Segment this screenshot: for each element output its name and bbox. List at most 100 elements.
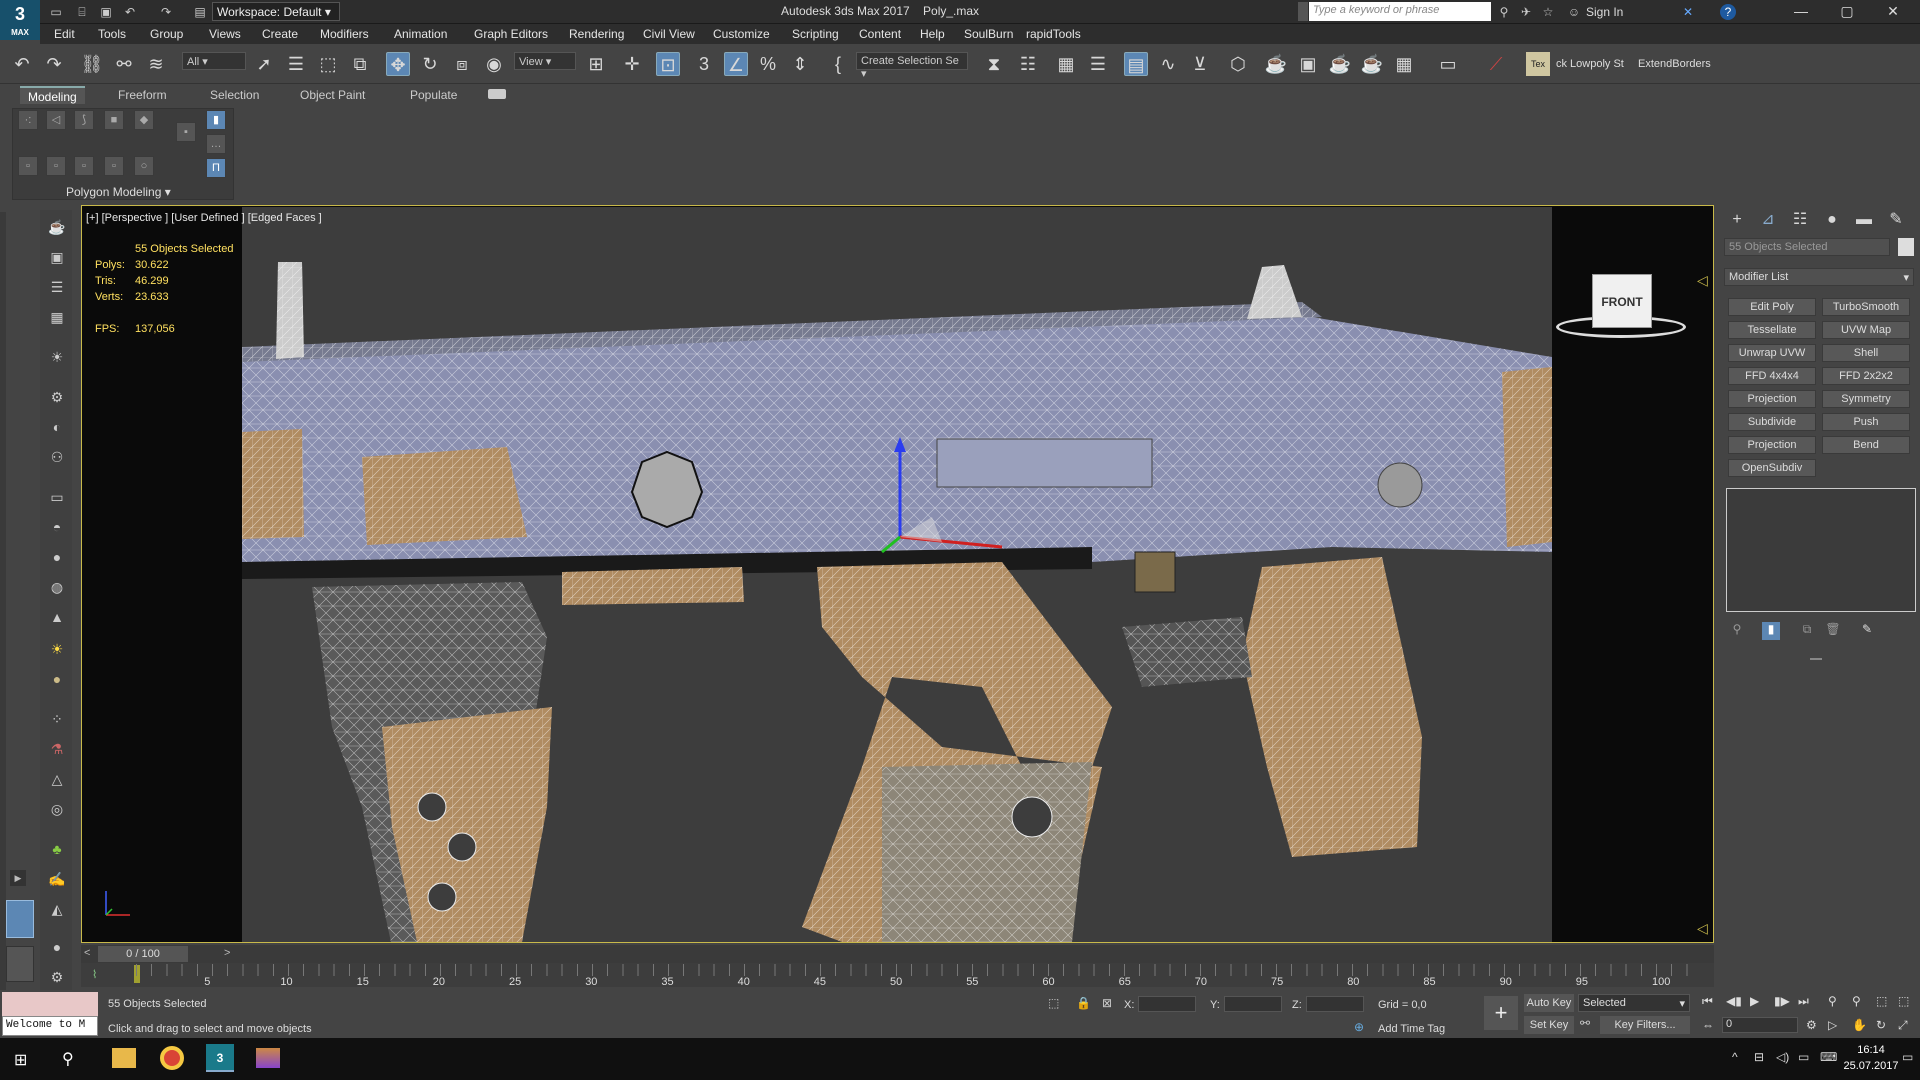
unlink-icon[interactable]: ⚯: [112, 52, 136, 76]
script-button-extend-borders[interactable]: ExtendBorders: [1638, 58, 1711, 70]
menu-create[interactable]: Create: [262, 27, 298, 41]
chrome-icon[interactable]: [160, 1046, 184, 1070]
winrar-icon[interactable]: [256, 1048, 280, 1068]
power-icon[interactable]: ▭: [1798, 1050, 1809, 1064]
render-setup-icon[interactable]: ☕: [1264, 52, 1288, 76]
mirror-icon[interactable]: ⧗: [982, 52, 1006, 76]
object-name-field[interactable]: 55 Objects Selected: [1724, 238, 1890, 256]
use-nurms-icon[interactable]: ▮: [206, 110, 226, 130]
cone-icon[interactable]: ▲: [48, 608, 66, 626]
pin-stack-icon[interactable]: ⚲: [1728, 622, 1746, 640]
script-red-icon[interactable]: ⟋: [1484, 52, 1508, 76]
dynamics-icon[interactable]: ⚗: [48, 740, 66, 758]
transform-mode-icon[interactable]: ⊠: [1102, 996, 1112, 1010]
zoom-extents-icon[interactable]: ⬚: [1876, 994, 1887, 1008]
element-icon[interactable]: ◆: [134, 110, 154, 130]
script-button-lowpoly[interactable]: ck Lowpoly St: [1556, 58, 1624, 70]
remove-modifier-icon[interactable]: 🗑: [1824, 622, 1842, 640]
app-logo[interactable]: 3 MAX: [0, 0, 40, 40]
go-to-end-icon[interactable]: ⏭: [1798, 994, 1809, 1009]
keyboard-shortcut-icon[interactable]: ⊡: [656, 52, 680, 76]
particles-icon[interactable]: ⁘: [48, 710, 66, 728]
show-end-result-icon[interactable]: Π: [206, 158, 226, 178]
window-crossing-icon[interactable]: ⧉: [348, 52, 372, 76]
modifier-button-unwrap-uvw[interactable]: Unwrap UVW: [1728, 344, 1816, 362]
hierarchy-panel-icon[interactable]: ☷: [1788, 208, 1812, 232]
set-key-button[interactable]: Set Key: [1524, 1016, 1574, 1034]
redo-icon[interactable]: ↷: [42, 52, 66, 76]
menu-civil-view[interactable]: Civil View: [643, 27, 695, 41]
menu-scripting[interactable]: Scripting: [792, 27, 839, 41]
modifier-button-edit-poly[interactable]: Edit Poly: [1728, 298, 1816, 316]
camera-icon[interactable]: ◐: [48, 418, 66, 436]
place-icon[interactable]: ◉: [482, 52, 506, 76]
clock-date[interactable]: 25.07.2017: [1842, 1060, 1900, 1072]
z-coordinate-field[interactable]: [1306, 996, 1364, 1012]
new-file-icon[interactable]: ▭: [48, 4, 64, 20]
expand-toolbar-icon[interactable]: ▶: [10, 870, 26, 886]
box-primitive-icon[interactable]: ▭: [48, 488, 66, 506]
render-cloud-icon[interactable]: ▦: [1392, 52, 1416, 76]
zoom-all-icon[interactable]: ⚲: [1852, 994, 1861, 1008]
clock-time[interactable]: 16:14: [1846, 1044, 1896, 1056]
modifier-button-projection-2[interactable]: Projection: [1728, 436, 1816, 454]
select-and-rotate-icon[interactable]: ↻: [418, 52, 442, 76]
scene-explorer-icon[interactable]: ▦: [1054, 52, 1078, 76]
modifier-button-turbosmooth[interactable]: TurboSmooth: [1822, 298, 1910, 316]
time-tag-icon[interactable]: ⊕: [1354, 1020, 1364, 1034]
helpers-icon[interactable]: △: [48, 770, 66, 788]
polygon-icon[interactable]: ■: [104, 110, 124, 130]
motion-panel-icon[interactable]: ●: [1820, 208, 1844, 232]
user-icon[interactable]: ☺: [1566, 4, 1582, 20]
align-icon[interactable]: ☷: [1016, 52, 1040, 76]
menu-content[interactable]: Content: [859, 27, 901, 41]
ribbon-toggle-icon[interactable]: ▤: [1124, 52, 1148, 76]
y-coordinate-field[interactable]: [1224, 996, 1282, 1012]
repeat-last-icon[interactable]: ▫: [46, 156, 66, 176]
save-file-icon[interactable]: ▣: [98, 4, 114, 20]
viewcube-front[interactable]: FRONT: [1592, 274, 1652, 328]
link-icon[interactable]: ⛓: [80, 52, 104, 76]
select-object-icon[interactable]: ➚: [252, 52, 276, 76]
material-editor-icon[interactable]: ⬡: [1226, 52, 1250, 76]
zoom-icon[interactable]: ⚲: [1828, 994, 1837, 1008]
pivot-center-icon[interactable]: ⊞: [584, 52, 608, 76]
tab-selection[interactable]: Selection: [202, 86, 267, 104]
add-time-tag[interactable]: Add Time Tag: [1378, 1023, 1445, 1035]
object-color-swatch[interactable]: [1898, 238, 1914, 256]
isolate-selection-icon[interactable]: ⬚: [1048, 996, 1059, 1010]
key-selection-dropdown[interactable]: Selected ▾: [1578, 994, 1690, 1012]
modifier-button-opensubdiv[interactable]: OpenSubdiv: [1728, 459, 1816, 477]
maxscript-listener-input[interactable]: Welcome to M: [2, 1016, 98, 1036]
layer-explorer-icon[interactable]: ☰: [1086, 52, 1110, 76]
make-unique-icon[interactable]: ⧉: [1798, 622, 1816, 640]
collapse-stack-icon[interactable]: …: [206, 134, 226, 154]
close-button[interactable]: ✕: [1870, 0, 1916, 24]
minimize-button[interactable]: —: [1778, 0, 1824, 24]
terrain-icon[interactable]: ◭: [48, 900, 66, 918]
menu-customize[interactable]: Customize: [713, 27, 770, 41]
menu-tools[interactable]: Tools: [98, 27, 126, 41]
vertex-icon[interactable]: ·:: [18, 110, 38, 130]
bind-spacewarp-icon[interactable]: ≋: [144, 52, 168, 76]
menu-group[interactable]: Group: [150, 27, 183, 41]
rendered-frame-icon[interactable]: ▣: [1296, 52, 1320, 76]
modifier-button-tessellate[interactable]: Tessellate: [1728, 321, 1816, 339]
modifier-button-ffd-2x2x2[interactable]: FFD 2x2x2: [1822, 367, 1910, 385]
search-input[interactable]: Type a keyword or phrase: [1309, 2, 1491, 21]
modifier-list-dropdown[interactable]: Modifier List ▾: [1724, 268, 1914, 286]
sign-in-link[interactable]: Sign In: [1586, 5, 1623, 19]
volume-icon[interactable]: ◁): [1776, 1050, 1789, 1064]
time-slider[interactable]: [81, 945, 1714, 963]
film-icon[interactable]: ⚇: [48, 448, 66, 466]
tab-freeform[interactable]: Freeform: [110, 86, 175, 104]
spinner-snap-icon[interactable]: ⇕: [788, 52, 812, 76]
open-file-icon[interactable]: ⌸: [74, 4, 90, 20]
modifier-button-ffd-4x4x4[interactable]: FFD 4x4x4: [1728, 367, 1816, 385]
tab-object-paint[interactable]: Object Paint: [292, 86, 373, 104]
textools-icon[interactable]: Tex: [1526, 52, 1550, 76]
subscription-icon[interactable]: ✈: [1518, 4, 1534, 20]
menu-modifiers[interactable]: Modifiers: [320, 27, 369, 41]
menu-rapidtools[interactable]: rapidTools: [1026, 27, 1081, 41]
show-end-result-stack-icon[interactable]: ▮: [1762, 622, 1780, 640]
